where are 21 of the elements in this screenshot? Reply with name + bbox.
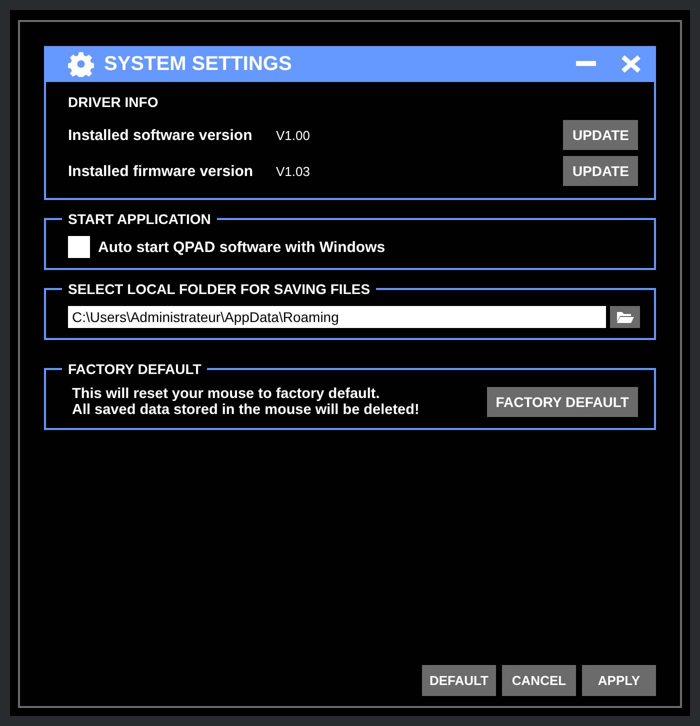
update-button[interactable]: UPDATE [563, 156, 638, 186]
factory-default-button[interactable]: FACTORY DEFAULT [486, 387, 638, 417]
footer-button[interactable]: CANCEL [502, 665, 576, 696]
checkbox-label: Auto start QPAD software with Windows [98, 238, 386, 256]
folder-path-field[interactable]: C:\Users\Administrateur\AppData\Roaming [68, 306, 606, 328]
checkbox[interactable] [68, 236, 90, 258]
warning-message: This will reset your mouse to factory default. All saved data stored in the mouse will be deleted! [71, 386, 420, 418]
footer-button[interactable]: APPLY [582, 665, 656, 696]
gear-icon [68, 51, 94, 77]
folder-icon [616, 311, 634, 323]
version-label: Installed firmware version [68, 162, 254, 180]
browse-button[interactable] [610, 306, 640, 328]
section-heading: DRIVER INFO [68, 94, 160, 110]
minimize-icon[interactable] [576, 61, 596, 67]
version-label: Installed software version [68, 126, 254, 144]
close-icon[interactable] [620, 55, 642, 73]
version-value: V1.00 [276, 128, 311, 142]
update-button[interactable]: UPDATE [563, 120, 638, 150]
window-title: SYSTEM SETTINGS [104, 52, 293, 76]
footer-button[interactable]: DEFAULT [422, 665, 496, 696]
version-value: V1.03 [276, 164, 311, 178]
